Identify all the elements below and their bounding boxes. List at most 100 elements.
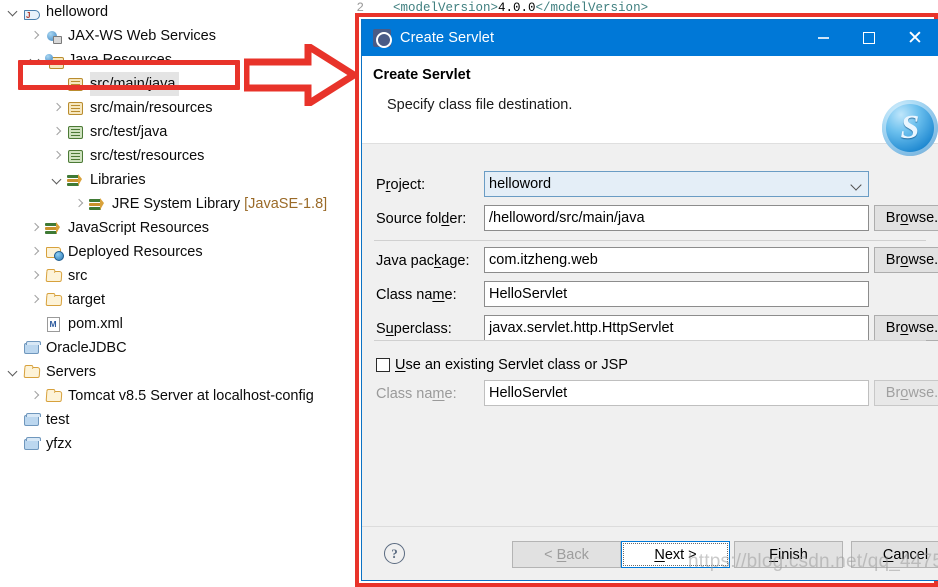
browse-button-4[interactable]: Browse.. xyxy=(874,315,938,341)
tree-item-src[interactable]: src xyxy=(28,264,91,288)
tree-item-src-main-resources[interactable]: src/main/resources xyxy=(50,96,216,120)
chevron-down-icon[interactable] xyxy=(50,168,66,192)
close-icon: ✕ xyxy=(907,27,923,49)
field-input-2[interactable]: com.itzheng.web xyxy=(484,247,869,273)
tree-item-label: JAX-WS Web Services xyxy=(68,28,216,44)
java-resources-icon xyxy=(44,50,64,70)
tree-item-src-test-java[interactable]: src/test/java xyxy=(50,120,171,144)
chevron-right-icon[interactable] xyxy=(50,144,66,168)
tree-item-yfzx[interactable]: yfzx xyxy=(6,432,76,456)
xml-file-icon xyxy=(44,314,64,334)
tree-item-label: JRE System Library [JavaSE-1.8] xyxy=(112,196,328,212)
form-separator-0 xyxy=(374,240,926,241)
library-icon xyxy=(44,218,64,238)
existing-class-name-input: HelloServlet xyxy=(484,380,869,406)
screenshot-root: 2 <modelVersion>4.0.0</modelVersion> hel… xyxy=(0,0,938,587)
field-input-4[interactable]: javax.servlet.http.HttpServlet xyxy=(484,315,869,341)
tree-item-oraclejdbc[interactable]: OracleJDBC xyxy=(6,336,131,360)
field-input-3[interactable]: HelloServlet xyxy=(484,281,869,307)
folder-icon xyxy=(22,362,42,382)
servlet-gear-icon xyxy=(373,29,392,48)
folder-icon xyxy=(44,266,64,286)
cancel-button[interactable]: Cancel xyxy=(851,541,938,568)
tree-item-servers[interactable]: Servers xyxy=(6,360,100,384)
dialog-subtitle: Specify class file destination. xyxy=(387,97,573,113)
tree-item-libraries[interactable]: Libraries xyxy=(50,168,150,192)
closed-project-icon xyxy=(22,410,42,430)
tree-item-src-main-java[interactable]: src/main/java xyxy=(50,72,180,96)
project-icon xyxy=(22,2,42,28)
tree-item-javascript-resources[interactable]: JavaScript Resources xyxy=(28,216,213,240)
browse-button-2[interactable]: Browse.. xyxy=(874,247,938,273)
field-label-text: Superclass: xyxy=(376,320,452,337)
field-label-text: Class name: xyxy=(376,385,457,402)
test-package-icon xyxy=(66,122,86,142)
tree-item-label: Libraries xyxy=(90,172,146,188)
chevron-right-icon[interactable] xyxy=(28,384,44,408)
test-package-icon xyxy=(66,146,86,166)
chevron-right-icon[interactable] xyxy=(28,24,44,48)
chevron-down-icon[interactable] xyxy=(850,179,862,191)
field-label-3: Class name: xyxy=(376,281,457,308)
tree-item-label: src/main/java xyxy=(90,72,180,96)
tree-item-tomcat-v8-5-server-at-localhost-config[interactable]: Tomcat v8.5 Server at localhost-config xyxy=(28,384,318,408)
tree-item-deployed-resources[interactable]: Deployed Resources xyxy=(28,240,207,264)
tree-item-label: Tomcat v8.5 Server at localhost-config xyxy=(68,388,314,404)
chevron-down-icon[interactable] xyxy=(6,360,22,384)
browse-button-1[interactable]: Browse.. xyxy=(874,205,938,231)
dialog-titlebar: Create Servlet ✕ xyxy=(362,20,938,56)
tree-item-label: pom.xml xyxy=(68,316,123,332)
tree-item-test[interactable]: test xyxy=(6,408,73,432)
tree-item-label: test xyxy=(46,412,70,428)
checkbox-label: Use an existing Servlet class or JSP xyxy=(395,357,628,373)
tree-item-label: OracleJDBC xyxy=(46,340,127,356)
jaxws-icon xyxy=(44,26,64,46)
close-button[interactable]: ✕ xyxy=(892,20,938,56)
chevron-right-icon[interactable] xyxy=(28,288,44,312)
tree-item-label: target xyxy=(68,292,106,308)
field-label-2: Java package: xyxy=(376,247,470,274)
tree-item-java-resources[interactable]: Java Resources xyxy=(28,48,176,72)
dialog-heading: Create Servlet xyxy=(373,67,471,83)
tree-item-suffix: [JavaSE-1.8] xyxy=(240,196,328,212)
tree-item-label: src/test/resources xyxy=(90,148,205,164)
finish-button[interactable]: Finish xyxy=(734,541,843,568)
maximize-button[interactable] xyxy=(846,20,892,56)
field-input-1[interactable]: /helloword/src/main/java xyxy=(484,205,869,231)
chevron-down-icon[interactable] xyxy=(6,0,22,24)
chevron-right-icon[interactable] xyxy=(28,240,44,264)
back-button[interactable]: < Back xyxy=(512,541,621,568)
project-combobox[interactable]: helloword xyxy=(484,171,869,197)
tree-item-src-test-resources[interactable]: src/test/resources xyxy=(50,144,208,168)
use-existing-servlet-checkbox[interactable]: Use an existing Servlet class or JSP xyxy=(376,355,628,375)
chevron-right-icon[interactable] xyxy=(28,216,44,240)
chevron-down-icon[interactable] xyxy=(28,48,44,72)
chevron-right-icon[interactable] xyxy=(50,120,66,144)
tree-item-jre-system-library[interactable]: JRE System Library [JavaSE-1.8] xyxy=(72,192,331,216)
help-icon[interactable]: ? xyxy=(384,543,405,564)
checkbox-box-icon[interactable] xyxy=(376,358,390,372)
dialog-title: Create Servlet xyxy=(400,30,495,46)
tree-item-label: src/test/java xyxy=(90,124,168,140)
next-button[interactable]: Next > xyxy=(621,541,730,568)
minimize-button[interactable] xyxy=(800,20,846,56)
library-icon xyxy=(66,170,86,190)
library-icon xyxy=(88,194,108,214)
tree-item-helloword[interactable]: helloword xyxy=(6,0,112,28)
chevron-right-icon[interactable] xyxy=(72,192,88,216)
chevron-right-icon[interactable] xyxy=(50,96,66,120)
source-package-icon xyxy=(66,74,86,94)
tree-item-target[interactable]: target xyxy=(28,288,109,312)
form-separator-1 xyxy=(374,340,926,341)
field-label-existing: Class name: xyxy=(376,380,457,407)
tree-item-pom-xml[interactable]: pom.xml xyxy=(28,312,127,336)
chevron-right-icon[interactable] xyxy=(28,264,44,288)
next-button-label: Next > xyxy=(654,546,697,563)
cancel-button-label: Cancel xyxy=(882,546,929,563)
tree-item-label: Java Resources xyxy=(68,52,172,68)
tree-item-jax-ws-web-services[interactable]: JAX-WS Web Services xyxy=(28,24,220,48)
